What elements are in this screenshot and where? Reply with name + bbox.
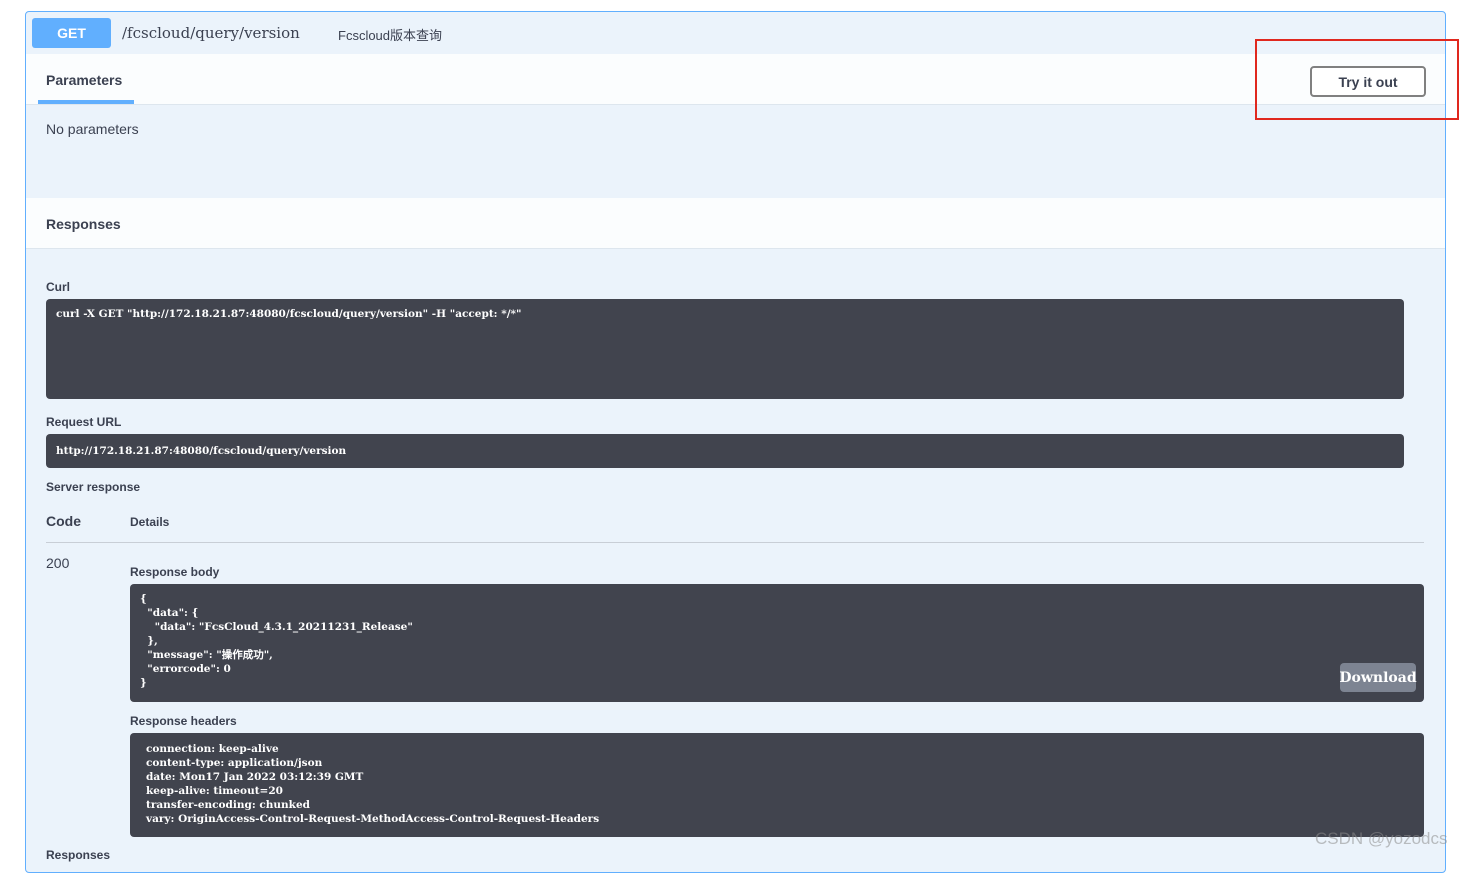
- endpoint-description: Fcscloud版本查询: [338, 28, 443, 43]
- curl-label: Curl: [46, 280, 70, 294]
- status-code: 200: [46, 555, 70, 571]
- responses-title: Responses: [46, 216, 121, 232]
- annotation-highlight-box: [1255, 39, 1459, 120]
- request-url-label: Request URL: [46, 415, 122, 429]
- details-column-header: Details: [130, 515, 170, 529]
- parameters-header: Parameters Try it out: [26, 54, 1445, 105]
- code-column-header: Code: [46, 513, 81, 529]
- server-response-label: Server response: [46, 480, 141, 494]
- operation-summary[interactable]: GET /fcscloud/query/version Fcscloud版本查询: [26, 12, 1445, 54]
- no-parameters-text: No parameters: [46, 121, 139, 137]
- responses-footer-label: Responses: [46, 848, 111, 862]
- responses-header: Responses: [26, 198, 1445, 249]
- tab-parameters[interactable]: Parameters: [46, 72, 122, 88]
- operation-block: GET /fcscloud/query/version Fcscloud版本查询…: [25, 11, 1446, 873]
- response-body-text: { "data": { "data": "FcsCloud_4.3.1_2021…: [140, 593, 413, 689]
- request-url: http://172.18.21.87:48080/fcscloud/query…: [56, 445, 347, 457]
- response-body-block[interactable]: { "data": { "data": "FcsCloud_4.3.1_2021…: [130, 584, 1424, 702]
- download-button[interactable]: Download: [1339, 663, 1417, 692]
- tab-active-indicator: [38, 100, 134, 104]
- table-divider: [46, 542, 1424, 543]
- curl-command: curl -X GET "http://172.18.21.87:48080/f…: [56, 308, 522, 320]
- response-body-label: Response body: [130, 565, 220, 579]
- endpoint-path: /fcscloud/query/version: [122, 24, 300, 42]
- response-headers-text: connection: keep-alive content-type: app…: [146, 743, 600, 825]
- response-headers-block[interactable]: connection: keep-alive content-type: app…: [130, 733, 1424, 837]
- watermark: CSDN @yozodcs: [1315, 829, 1448, 848]
- request-url-block[interactable]: http://172.18.21.87:48080/fcscloud/query…: [46, 434, 1404, 468]
- curl-code-block[interactable]: curl -X GET "http://172.18.21.87:48080/f…: [46, 299, 1404, 399]
- http-method-badge: GET: [32, 18, 111, 48]
- response-headers-label: Response headers: [130, 714, 237, 728]
